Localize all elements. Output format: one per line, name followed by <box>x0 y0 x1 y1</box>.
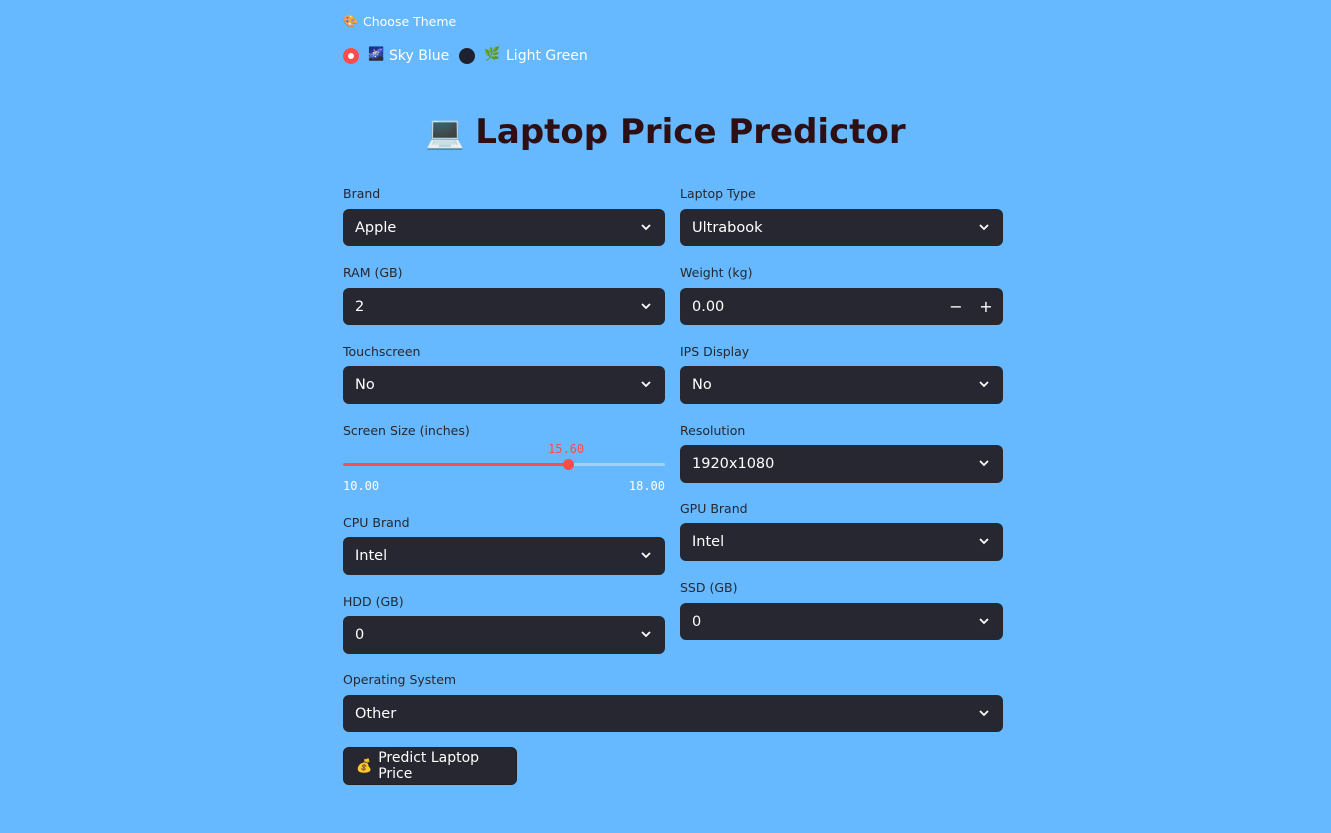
chevron-down-icon <box>979 708 989 718</box>
chevron-down-icon <box>979 536 989 546</box>
hdd-value: 0 <box>355 627 365 643</box>
brand-select[interactable]: Apple <box>343 209 665 246</box>
sky-icon: 🌌 <box>368 47 385 62</box>
ram-select[interactable]: 2 <box>343 288 665 325</box>
money-bag-icon: 💰 <box>356 758 373 774</box>
gpu-label: GPU Brand <box>680 501 748 516</box>
weight-label: Weight (kg) <box>680 265 753 280</box>
radio-unselected-indicator <box>459 48 475 64</box>
theme-chooser: 🎨 Choose Theme 🌌 Sky Blue 🌿 Light Green <box>343 12 663 72</box>
ram-value: 2 <box>355 298 365 315</box>
ram-label: RAM (GB) <box>343 265 403 280</box>
herb-icon: 🌿 <box>484 47 501 62</box>
hdd-select[interactable]: 0 <box>343 616 665 654</box>
palette-icon: 🎨 <box>343 14 358 28</box>
os-value: Other <box>355 705 397 722</box>
laptop-type-value: Ultrabook <box>692 219 763 236</box>
ssd-value: 0 <box>692 613 702 630</box>
cpu-label: CPU Brand <box>343 515 410 530</box>
ips-select[interactable]: No <box>680 366 1003 404</box>
resolution-value: 1920x1080 <box>692 456 775 472</box>
increment-button[interactable]: + <box>972 288 1000 324</box>
gpu-value: Intel <box>692 534 725 550</box>
weight-value: 0.00 <box>692 298 725 315</box>
radio-sky-blue[interactable]: 🌌 Sky Blue <box>343 46 453 68</box>
touchscreen-value: No <box>355 377 375 393</box>
gpu-select[interactable]: Intel <box>680 523 1003 561</box>
ssd-label: SSD (GB) <box>680 580 738 595</box>
brand-value: Apple <box>355 219 397 236</box>
resolution-select[interactable]: 1920x1080 <box>680 445 1003 483</box>
page-title: 💻 Laptop Price Predictor <box>0 112 1331 152</box>
chevron-down-icon <box>641 222 651 232</box>
predict-button[interactable]: 💰 Predict Laptop Price <box>343 747 517 785</box>
cpu-value: Intel <box>355 548 388 564</box>
slider-current-value: 15.60 <box>548 442 585 456</box>
chevron-down-icon <box>641 379 651 389</box>
decrement-button[interactable]: − <box>942 288 970 324</box>
slider-fill <box>343 463 568 466</box>
chevron-down-icon <box>979 379 989 389</box>
ips-label: IPS Display <box>680 344 750 359</box>
chevron-down-icon <box>641 550 651 560</box>
laptop-type-select[interactable]: Ultrabook <box>680 209 1003 246</box>
laptop-type-label: Laptop Type <box>680 186 756 201</box>
screen-size-label: Screen Size (inches) <box>343 423 470 438</box>
hdd-label: HDD (GB) <box>343 594 404 609</box>
cpu-select[interactable]: Intel <box>343 537 665 575</box>
os-label: Operating System <box>343 672 457 687</box>
theme-label: Choose Theme <box>363 14 457 29</box>
weight-input[interactable]: 0.00 − + <box>680 288 1003 325</box>
os-select[interactable]: Other <box>343 695 1003 732</box>
brand-label: Brand <box>343 186 381 201</box>
ips-value: No <box>692 377 712 393</box>
touchscreen-label: Touchscreen <box>343 344 421 359</box>
laptop-icon: 💻 <box>425 113 466 151</box>
radio-light-green[interactable]: 🌿 Light Green <box>459 46 589 68</box>
radio-selected-indicator <box>343 48 359 64</box>
slider-thumb[interactable] <box>563 459 574 470</box>
ssd-select[interactable]: 0 <box>680 603 1003 640</box>
chevron-down-icon <box>979 458 989 468</box>
screen-size-slider[interactable]: 15.60 10.00 18.00 <box>343 440 665 495</box>
touchscreen-select[interactable]: No <box>343 366 665 404</box>
slider-min: 10.00 <box>343 479 380 493</box>
resolution-label: Resolution <box>680 423 746 438</box>
predict-button-label: Predict Laptop Price <box>378 750 480 782</box>
chevron-down-icon <box>641 301 651 311</box>
radio-label-sky-blue: Sky Blue <box>389 48 450 64</box>
chevron-down-icon <box>979 222 989 232</box>
page-title-text: Laptop Price Predictor <box>475 112 906 152</box>
radio-label-light-green: Light Green <box>506 48 588 64</box>
chevron-down-icon <box>641 629 651 639</box>
slider-max: 18.00 <box>628 479 665 493</box>
chevron-down-icon <box>979 616 989 626</box>
